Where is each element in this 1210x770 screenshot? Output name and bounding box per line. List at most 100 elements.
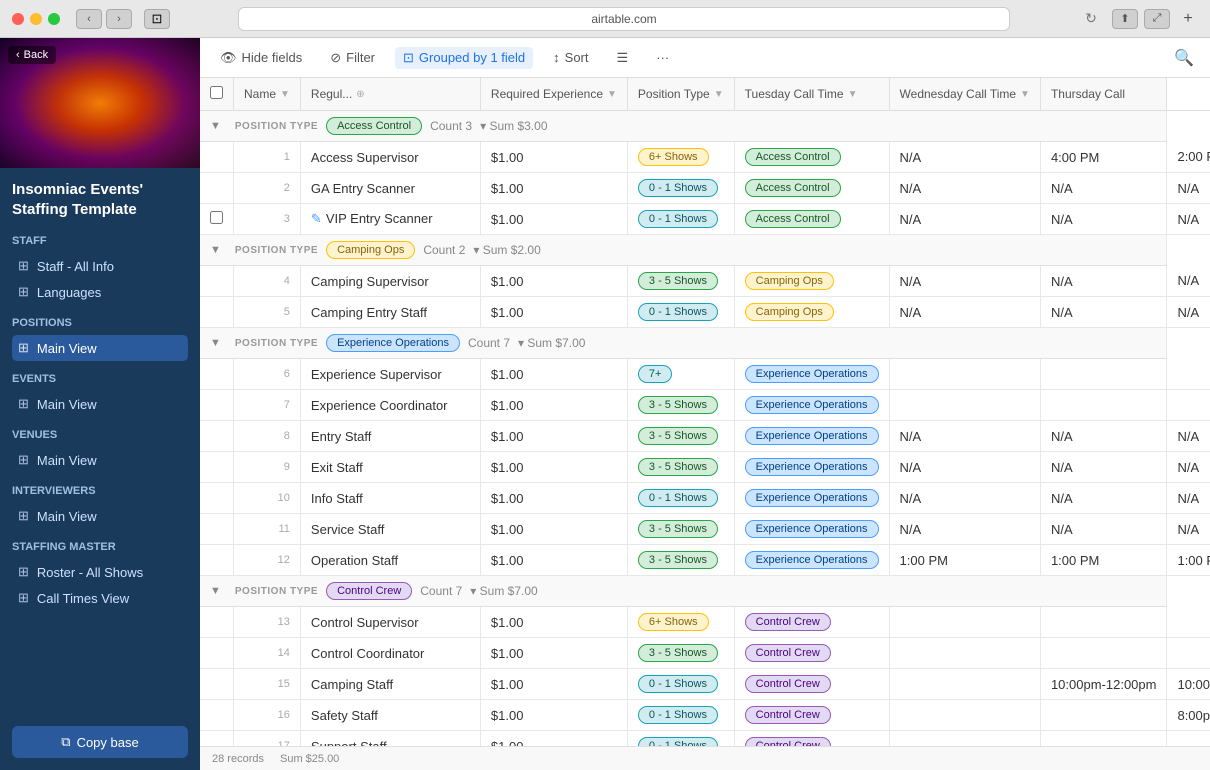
sidebar-item-call-times[interactable]: ⊞ Call Times View: [12, 585, 188, 611]
position-type-col-label: Position Type: [638, 87, 710, 101]
pos-badge: Camping Ops: [745, 272, 834, 290]
row-regular: $1.00: [480, 638, 627, 669]
hide-fields-label: Hide fields: [242, 50, 303, 65]
row-wednesday: [1040, 359, 1167, 390]
row-position: Experience Operations: [734, 514, 889, 545]
row-thursday: N/A: [1167, 514, 1210, 545]
table-row[interactable]: 2 GA Entry Scanner $1.00 0 - 1 Shows Acc…: [200, 173, 1210, 204]
row-regular: $1.00: [480, 359, 627, 390]
table-row[interactable]: 10 Info Staff $1.00 0 - 1 Shows Experien…: [200, 483, 1210, 514]
new-tab-button[interactable]: +: [1178, 9, 1198, 29]
table-row[interactable]: 5 Camping Entry Staff $1.00 0 - 1 Shows …: [200, 297, 1210, 328]
table-row[interactable]: 3 ✎VIP Entry Scanner $1.00 0 - 1 Shows A…: [200, 204, 1210, 235]
table-container[interactable]: Name▼ Regul...⊕ Required Experience▼ Pos…: [200, 78, 1210, 746]
row-tuesday: [889, 669, 1040, 700]
minimize-button[interactable]: [30, 13, 42, 25]
row-exp: 3 - 5 Shows: [627, 545, 734, 576]
more-options-button[interactable]: ···: [648, 46, 677, 69]
grouped-by-button[interactable]: ⊡ Grouped by 1 field: [395, 47, 533, 69]
grid-icon: ⊞: [18, 340, 29, 356]
regular-col-label: Regul...: [311, 87, 352, 101]
forward-nav-button[interactable]: ›: [106, 9, 132, 29]
copy-base-label: Copy base: [77, 735, 139, 750]
staff-section-label: Staff: [12, 235, 188, 247]
table-row[interactable]: 8 Entry Staff $1.00 3 - 5 Shows Experien…: [200, 421, 1210, 452]
back-button[interactable]: ‹ Back: [8, 46, 56, 64]
back-nav-button[interactable]: ‹: [76, 9, 102, 29]
copy-base-button[interactable]: ⧉ Copy base: [12, 726, 188, 758]
collapse-icon[interactable]: ▼: [210, 337, 221, 349]
eye-icon: 👁: [220, 50, 237, 66]
filter-button[interactable]: ⊘ Filter: [322, 46, 383, 70]
row-wednesday: N/A: [1040, 452, 1167, 483]
sort-label: Sort: [565, 50, 589, 65]
grouped-by-label: Grouped by 1 field: [419, 50, 525, 65]
collapse-icon[interactable]: ▼: [210, 120, 221, 132]
group-count: Count 7: [468, 336, 510, 350]
row-tuesday: N/A: [889, 514, 1040, 545]
edit-icon[interactable]: ✎: [311, 211, 322, 226]
group-count: Count 7: [420, 584, 462, 598]
sidebar-item-languages[interactable]: ⊞ Languages: [12, 279, 188, 305]
th-position-type: Position Type▼: [627, 78, 734, 111]
sidebar-toggle-button[interactable]: ⊡: [144, 9, 170, 29]
sidebar-item-positions-main[interactable]: ⊞ Main View: [12, 335, 188, 361]
row-wednesday: N/A: [1040, 297, 1167, 328]
exp-badge: 7+: [638, 365, 673, 383]
tue-sort-icon: ▼: [848, 89, 858, 100]
maximize-button[interactable]: [48, 13, 60, 25]
row-name: Entry Staff: [300, 421, 480, 452]
row-thursday: N/A: [1167, 173, 1210, 204]
table-row[interactable]: 9 Exit Staff $1.00 3 - 5 Shows Experienc…: [200, 452, 1210, 483]
row-position: Control Crew: [734, 669, 889, 700]
row-number: 13: [234, 607, 301, 638]
sidebar-item-venues-main[interactable]: ⊞ Main View: [12, 447, 188, 473]
pos-badge: Control Crew: [745, 737, 831, 746]
close-button[interactable]: [12, 13, 24, 25]
table-row[interactable]: 1 Access Supervisor $1.00 6+ Shows Acces…: [200, 142, 1210, 173]
row-exp: 0 - 1 Shows: [627, 483, 734, 514]
group-count: Count 3: [430, 119, 472, 133]
sort-button[interactable]: ↕ Sort: [545, 46, 596, 69]
select-all-checkbox[interactable]: [210, 86, 223, 99]
row-exp: 0 - 1 Shows: [627, 669, 734, 700]
row-checkbox[interactable]: [210, 211, 223, 224]
grid-icon: ⊞: [18, 564, 29, 580]
hide-fields-button[interactable]: 👁 Hide fields: [212, 46, 310, 70]
wed-sort-icon: ▼: [1020, 89, 1030, 100]
sidebar-item-staff-all-info[interactable]: ⊞ Staff - All Info: [12, 253, 188, 279]
table-row[interactable]: 4 Camping Supervisor $1.00 3 - 5 Shows C…: [200, 266, 1210, 297]
collapse-icon[interactable]: ▼: [210, 244, 221, 256]
table-row[interactable]: 11 Service Staff $1.00 3 - 5 Shows Exper…: [200, 514, 1210, 545]
table-row[interactable]: 12 Operation Staff $1.00 3 - 5 Shows Exp…: [200, 545, 1210, 576]
search-button[interactable]: 🔍: [1170, 44, 1198, 72]
th-name: Name▼: [234, 78, 301, 111]
collapse-icon[interactable]: ▼: [210, 585, 221, 597]
thursday-col-label: Thursday Call: [1051, 87, 1125, 101]
sidebar-item-interviewers-main[interactable]: ⊞ Main View: [12, 503, 188, 529]
row-number: 6: [234, 359, 301, 390]
table-row[interactable]: 17 Support Staff $1.00 0 - 1 Shows Contr…: [200, 731, 1210, 747]
reload-button[interactable]: ↻: [1078, 9, 1104, 29]
exp-badge: 3 - 5 Shows: [638, 396, 718, 414]
table-row[interactable]: 13 Control Supervisor $1.00 6+ Shows Con…: [200, 607, 1210, 638]
ellipsis-icon: ···: [656, 50, 669, 65]
table-row[interactable]: 7 Experience Coordinator $1.00 3 - 5 Sho…: [200, 390, 1210, 421]
row-height-button[interactable]: ☰: [609, 46, 637, 70]
row-wednesday: N/A: [1040, 483, 1167, 514]
sidebar-item-events-main[interactable]: ⊞ Main View: [12, 391, 188, 417]
share-button[interactable]: ⬆: [1112, 9, 1138, 29]
table-row[interactable]: 6 Experience Supervisor $1.00 7+ Experie…: [200, 359, 1210, 390]
sidebar-item-roster-shows[interactable]: ⊞ Roster - All Shows: [12, 559, 188, 585]
th-regular: Regul...⊕: [300, 78, 480, 111]
row-regular: $1.00: [480, 669, 627, 700]
row-regular: $1.00: [480, 297, 627, 328]
table-row[interactable]: 15 Camping Staff $1.00 0 - 1 Shows Contr…: [200, 669, 1210, 700]
address-bar[interactable]: airtable.com: [238, 7, 1010, 31]
row-thursday: N/A: [1167, 204, 1210, 235]
table-row[interactable]: 14 Control Coordinator $1.00 3 - 5 Shows…: [200, 638, 1210, 669]
fullscreen-button[interactable]: ⤢: [1144, 9, 1170, 29]
row-number: 9: [234, 452, 301, 483]
table-row[interactable]: 16 Safety Staff $1.00 0 - 1 Shows Contro…: [200, 700, 1210, 731]
exp-badge: 3 - 5 Shows: [638, 272, 718, 290]
